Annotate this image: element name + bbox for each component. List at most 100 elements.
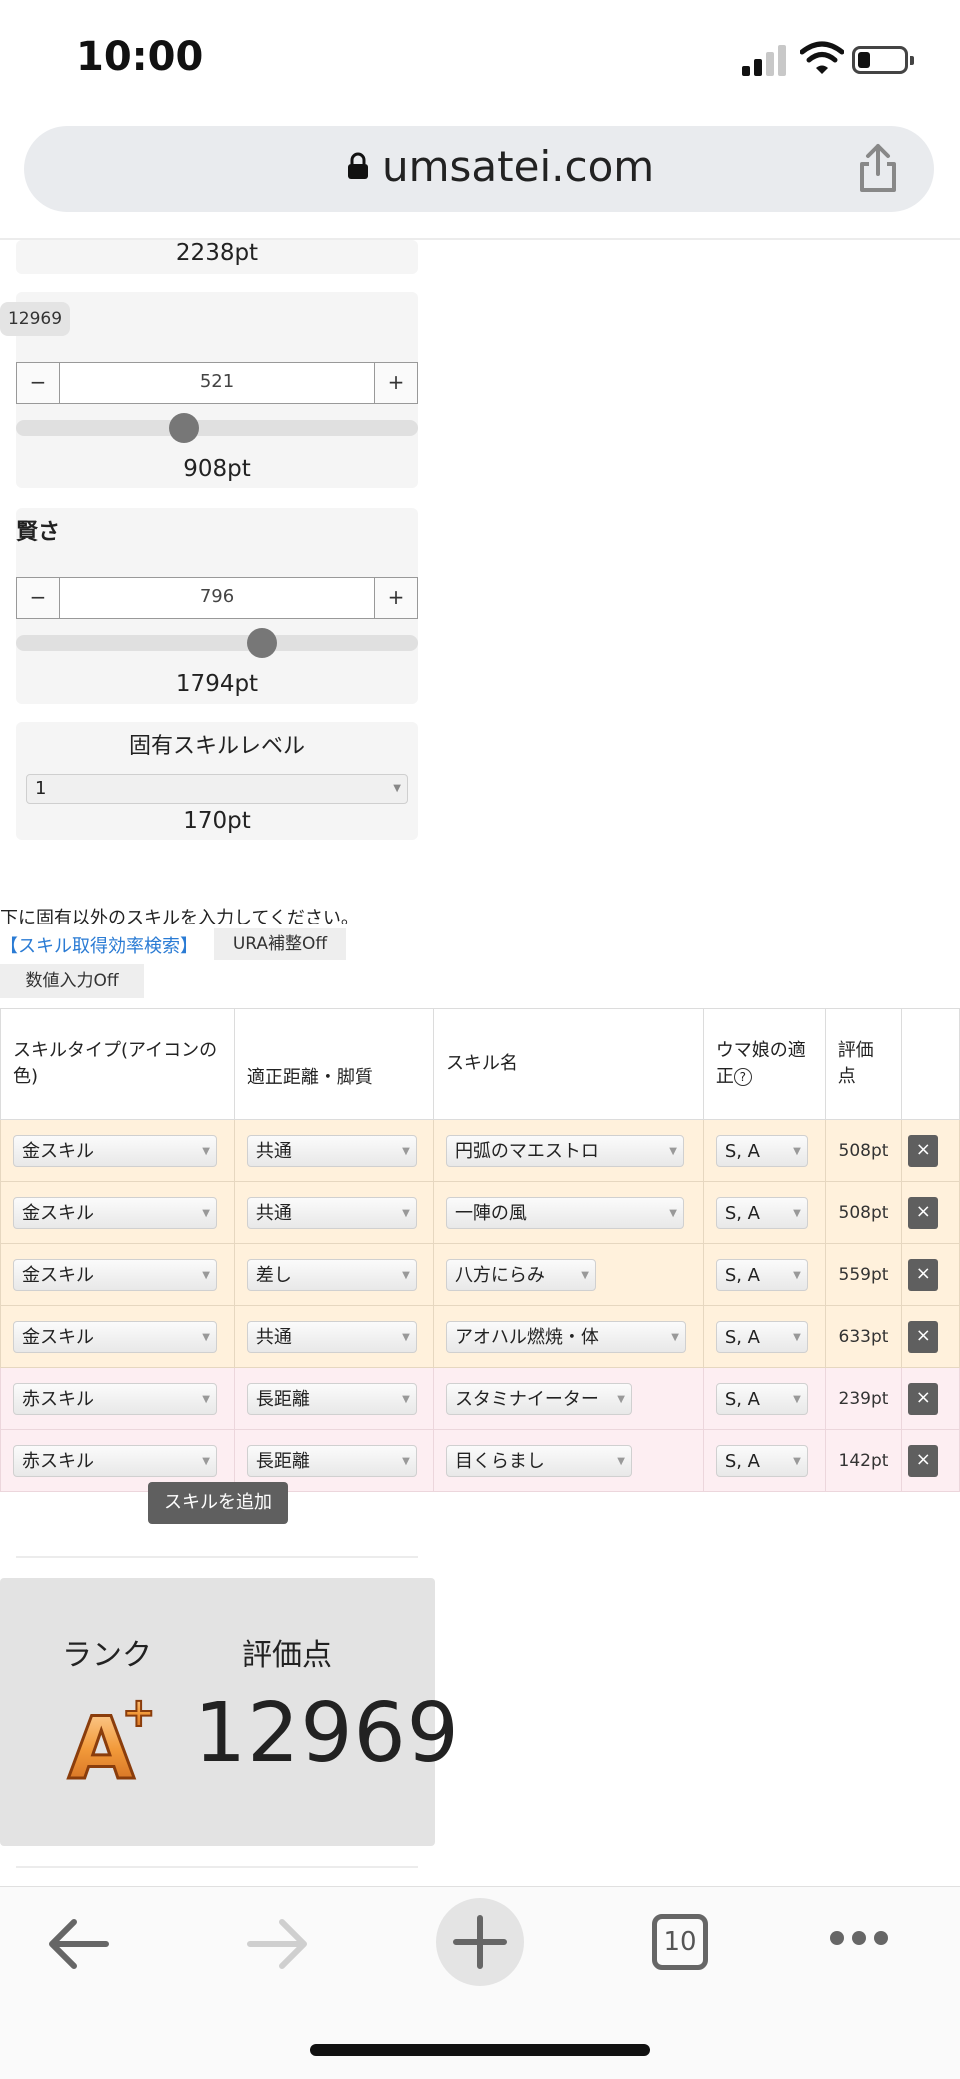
distance-select-value: 長距離 xyxy=(255,1450,310,1472)
cellular-signal-icon xyxy=(742,44,786,76)
header-points: 評価点 xyxy=(824,1008,903,1120)
delete-skill-button[interactable]: × xyxy=(908,1382,939,1415)
wisdom-value-input[interactable]: 796 xyxy=(60,577,374,617)
distance-select[interactable]: 共通 ▼ xyxy=(246,1134,417,1167)
skill-type-select[interactable]: 金スキル ▼ xyxy=(13,1320,217,1353)
header-skill-type: スキルタイプ(アイコンの色) xyxy=(0,1008,235,1120)
score-label: 評価点 xyxy=(242,1638,332,1673)
chevron-down-icon: ▼ xyxy=(202,1207,210,1219)
skill-type-select-value: 金スキル xyxy=(22,1140,94,1162)
table-cell: 目くらまし ▼ xyxy=(432,1429,704,1492)
distance-select[interactable]: 長距離 ▼ xyxy=(246,1382,417,1415)
skill-name-select-value: 円弧のマエストロ xyxy=(454,1140,599,1162)
home-indicator xyxy=(310,2044,650,2056)
skill-type-select[interactable]: 金スキル ▼ xyxy=(13,1196,217,1229)
chevron-down-icon: ▼ xyxy=(402,1455,410,1467)
table-cell: 共通 ▼ xyxy=(233,1305,434,1368)
aptitude-select-value: S, A xyxy=(724,1140,760,1162)
skill-name-select[interactable]: 八方にらみ ▼ xyxy=(445,1258,596,1291)
table-cell: × xyxy=(901,1181,960,1244)
chevron-down-icon: ▼ xyxy=(202,1455,210,1467)
wisdom-decrement-button[interactable]: − xyxy=(16,577,60,619)
chevron-down-icon: ▼ xyxy=(793,1207,801,1219)
numeric-input-toggle[interactable]: 数値入力Off xyxy=(0,964,144,998)
skill-type-select-value: 金スキル xyxy=(22,1202,94,1224)
chevron-down-icon: ▼ xyxy=(669,1145,677,1157)
distance-select[interactable]: 長距離 ▼ xyxy=(246,1444,417,1477)
distance-select[interactable]: 共通 ▼ xyxy=(246,1196,417,1229)
skill-type-select[interactable]: 金スキル ▼ xyxy=(13,1258,217,1291)
aptitude-select[interactable]: S, A ▼ xyxy=(715,1382,808,1415)
tab-count-button[interactable]: 10 xyxy=(652,1914,708,1970)
aptitude-select[interactable]: S, A ▼ xyxy=(715,1196,808,1229)
skill-type-select-value: 赤スキル xyxy=(22,1450,94,1472)
wisdom-label: 賢さ xyxy=(16,520,61,545)
back-arrow-icon[interactable] xyxy=(46,1916,110,1972)
ura-toggle[interactable]: URA補整Off xyxy=(214,928,346,960)
table-row: 赤スキル ▼ 長距離 ▼ スタミナイーター ▼ S, A ▼ 239pt × xyxy=(0,1367,960,1430)
table-cell: × xyxy=(901,1305,960,1368)
guts-value-input[interactable]: 521 xyxy=(60,362,374,402)
unique-skill-level-select[interactable]: 1 ▼ xyxy=(26,774,408,804)
table-cell: 一陣の風 ▼ xyxy=(432,1181,704,1244)
table-row: 金スキル ▼ 差し ▼ 八方にらみ ▼ S, A ▼ 559pt × xyxy=(0,1243,960,1306)
aptitude-select[interactable]: S, A ▼ xyxy=(715,1320,808,1353)
header-aptitude-label: ウマ娘の適正 xyxy=(715,1040,806,1087)
wisdom-slider-thumb[interactable] xyxy=(246,628,277,658)
table-cell: S, A ▼ xyxy=(702,1243,826,1306)
add-skill-button[interactable]: スキルを追加 xyxy=(148,1482,288,1524)
more-menu-icon[interactable] xyxy=(830,1930,896,1949)
chevron-down-icon: ▼ xyxy=(202,1393,210,1405)
table-row: 赤スキル ▼ 長距離 ▼ 目くらまし ▼ S, A ▼ 142pt × xyxy=(0,1429,960,1492)
delete-skill-button[interactable]: × xyxy=(908,1444,939,1477)
battery-icon xyxy=(852,46,914,74)
help-icon[interactable]: ? xyxy=(733,1068,752,1086)
table-cell: 金スキル ▼ xyxy=(0,1243,235,1306)
skill-type-select[interactable]: 赤スキル ▼ xyxy=(13,1444,217,1477)
skill-points: 142pt xyxy=(824,1429,903,1492)
efficiency-search-link[interactable]: 【スキル取得効率検索】 xyxy=(0,932,198,958)
guts-slider-thumb[interactable] xyxy=(168,413,199,443)
delete-skill-button[interactable]: × xyxy=(908,1134,939,1167)
skill-name-select[interactable]: 目くらまし ▼ xyxy=(445,1444,632,1477)
aptitude-select-value: S, A xyxy=(724,1202,760,1224)
rank-badge-icon: A + xyxy=(67,1690,157,1790)
chevron-down-icon: ▼ xyxy=(402,1207,410,1219)
skill-points: 508pt xyxy=(824,1119,903,1182)
share-icon[interactable] xyxy=(854,142,902,194)
header-aptitude: ウマ娘の適正? xyxy=(702,1008,826,1120)
guts-slider-track[interactable] xyxy=(16,420,418,436)
table-cell: 長距離 ▼ xyxy=(233,1367,434,1430)
skill-name-select[interactable]: スタミナイーター ▼ xyxy=(445,1382,632,1415)
guts-increment-button[interactable]: + xyxy=(374,362,418,404)
aptitude-select[interactable]: S, A ▼ xyxy=(715,1444,808,1477)
table-cell: 共通 ▼ xyxy=(233,1119,434,1182)
distance-select[interactable]: 共通 ▼ xyxy=(246,1320,417,1353)
table-row: 金スキル ▼ 共通 ▼ 円弧のマエストロ ▼ S, A ▼ 508pt × xyxy=(0,1119,960,1182)
distance-select-value: 長距離 xyxy=(255,1388,310,1410)
unique-skill-points: 170pt xyxy=(183,808,251,834)
url-text[interactable]: umsatei.com xyxy=(382,142,654,191)
skill-name-select-value: 目くらまし xyxy=(454,1450,545,1472)
rank-label: ランク xyxy=(62,1638,152,1673)
wisdom-increment-button[interactable]: + xyxy=(374,577,418,619)
aptitude-select[interactable]: S, A ▼ xyxy=(715,1134,808,1167)
aptitude-select[interactable]: S, A ▼ xyxy=(715,1258,808,1291)
forward-arrow-icon[interactable] xyxy=(246,1916,310,1972)
skill-type-select[interactable]: 赤スキル ▼ xyxy=(13,1382,217,1415)
skill-type-select-value: 金スキル xyxy=(22,1326,94,1348)
skill-name-select[interactable]: 円弧のマエストロ ▼ xyxy=(445,1134,684,1167)
delete-skill-button[interactable]: × xyxy=(908,1258,939,1291)
table-cell: 赤スキル ▼ xyxy=(0,1367,235,1430)
skill-name-select[interactable]: 一陣の風 ▼ xyxy=(445,1196,684,1229)
distance-select[interactable]: 差し ▼ xyxy=(246,1258,417,1291)
skill-name-select[interactable]: アオハル燃焼・体 ▼ xyxy=(445,1320,686,1353)
skill-type-select[interactable]: 金スキル ▼ xyxy=(13,1134,217,1167)
table-cell: 金スキル ▼ xyxy=(0,1119,235,1182)
chevron-down-icon: ▼ xyxy=(617,1393,625,1405)
skill-name-select-value: 八方にらみ xyxy=(454,1264,545,1286)
guts-decrement-button[interactable]: − xyxy=(16,362,60,404)
delete-skill-button[interactable]: × xyxy=(908,1320,939,1353)
delete-skill-button[interactable]: × xyxy=(908,1196,939,1229)
wisdom-slider-track[interactable] xyxy=(16,635,418,651)
